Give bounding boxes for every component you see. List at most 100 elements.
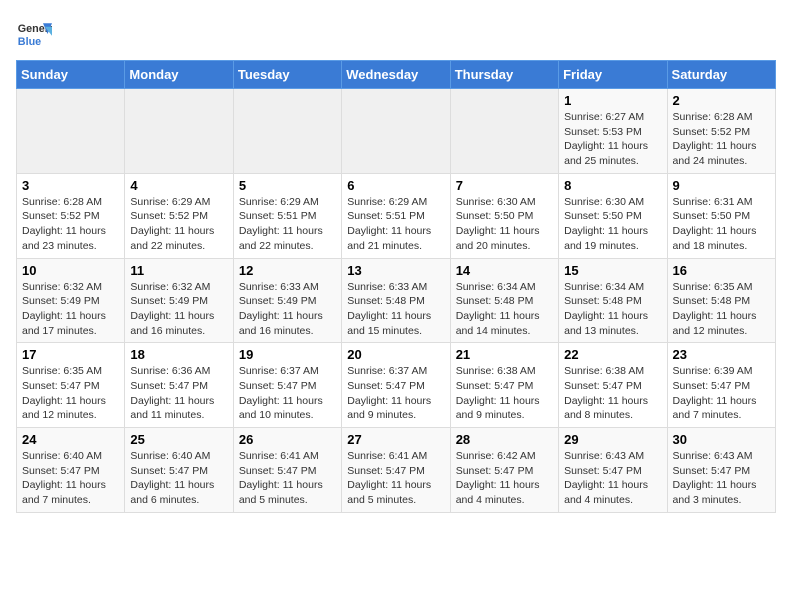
day-cell: 25Sunrise: 6:40 AM Sunset: 5:47 PM Dayli… — [125, 428, 233, 513]
day-cell: 18 Sunrise: 6:36 AM Sunset: 5:47 PM Dayli… — [125, 343, 233, 428]
day-number: 25 — [130, 432, 227, 447]
week-row-1: 1 Sunrise: 6:27 AM Sunset: 5:53 PM Daylig… — [17, 89, 776, 174]
day-number: 11 — [130, 263, 227, 278]
week-row-4: 17 Sunrise: 6:35 AM Sunset: 5:47 PM Dayli… — [17, 343, 776, 428]
day-info: Sunrise: 6:42 AM Sunset: 5:47 PM Dayligh… — [456, 449, 553, 508]
col-header-sunday: Sunday — [17, 61, 125, 89]
day-cell: 9 Sunrise: 6:31 AM Sunset: 5:50 PM Daylig… — [667, 173, 775, 258]
day-info: Sunrise: 6:35 AM Sunset: 5:48 PM Dayligh… — [673, 280, 770, 339]
day-cell: 28 Sunrise: 6:42 AM Sunset: 5:47 PM Dayli… — [450, 428, 558, 513]
day-cell: 13Sunrise: 6:33 AM Sunset: 5:48 PM Dayli… — [342, 258, 450, 343]
col-header-saturday: Saturday — [667, 61, 775, 89]
day-info: Sunrise: 6:38 AM Sunset: 5:47 PM Dayligh… — [564, 364, 661, 423]
day-info: Sunrise: 6:40 AM Sunset: 5:47 PM Dayligh… — [22, 449, 119, 508]
day-number: 3 — [22, 178, 119, 193]
day-cell: 3 Sunrise: 6:28 AM Sunset: 5:52 PM Daylig… — [17, 173, 125, 258]
day-cell: 26 Sunrise: 6:41 AM Sunset: 5:47 PM Dayli… — [233, 428, 341, 513]
day-info: Sunrise: 6:33 AM Sunset: 5:49 PM Dayligh… — [239, 280, 336, 339]
day-info: Sunrise: 6:30 AM Sunset: 5:50 PM Dayligh… — [564, 195, 661, 254]
day-cell: 5Sunrise: 6:29 AM Sunset: 5:51 PM Daylig… — [233, 173, 341, 258]
day-cell: 15 Sunrise: 6:34 AM Sunset: 5:48 PM Dayli… — [559, 258, 667, 343]
day-number: 4 — [130, 178, 227, 193]
day-cell: 17 Sunrise: 6:35 AM Sunset: 5:47 PM Dayli… — [17, 343, 125, 428]
day-info: Sunrise: 6:32 AM Sunset: 5:49 PM Dayligh… — [22, 280, 119, 339]
day-cell: 16 Sunrise: 6:35 AM Sunset: 5:48 PM Dayli… — [667, 258, 775, 343]
day-number: 14 — [456, 263, 553, 278]
day-cell — [17, 89, 125, 174]
day-info: Sunrise: 6:35 AM Sunset: 5:47 PM Dayligh… — [22, 364, 119, 423]
day-cell: 14 Sunrise: 6:34 AM Sunset: 5:48 PM Dayli… — [450, 258, 558, 343]
day-info: Sunrise: 6:36 AM Sunset: 5:47 PM Dayligh… — [130, 364, 227, 423]
day-number: 1 — [564, 93, 661, 108]
col-header-tuesday: Tuesday — [233, 61, 341, 89]
day-info: Sunrise: 6:41 AM Sunset: 5:47 PM Dayligh… — [347, 449, 444, 508]
day-info: Sunrise: 6:29 AM Sunset: 5:51 PM Dayligh… — [347, 195, 444, 254]
day-number: 28 — [456, 432, 553, 447]
day-number: 17 — [22, 347, 119, 362]
day-cell: 21 Sunrise: 6:38 AM Sunset: 5:47 PM Dayli… — [450, 343, 558, 428]
day-number: 16 — [673, 263, 770, 278]
day-number: 27 — [347, 432, 444, 447]
day-cell: 27 Sunrise: 6:41 AM Sunset: 5:47 PM Dayli… — [342, 428, 450, 513]
day-info: Sunrise: 6:28 AM Sunset: 5:52 PM Dayligh… — [673, 110, 770, 169]
day-info: Sunrise: 6:27 AM Sunset: 5:53 PM Dayligh… — [564, 110, 661, 169]
day-cell: 6 Sunrise: 6:29 AM Sunset: 5:51 PM Daylig… — [342, 173, 450, 258]
day-number: 5 — [239, 178, 336, 193]
day-number: 29 — [564, 432, 661, 447]
day-cell: 7 Sunrise: 6:30 AM Sunset: 5:50 PM Daylig… — [450, 173, 558, 258]
day-cell — [125, 89, 233, 174]
day-cell: 1 Sunrise: 6:27 AM Sunset: 5:53 PM Daylig… — [559, 89, 667, 174]
day-info: Sunrise: 6:34 AM Sunset: 5:48 PM Dayligh… — [564, 280, 661, 339]
day-number: 15 — [564, 263, 661, 278]
day-cell: 30Sunrise: 6:43 AM Sunset: 5:47 PM Dayli… — [667, 428, 775, 513]
day-info: Sunrise: 6:34 AM Sunset: 5:48 PM Dayligh… — [456, 280, 553, 339]
day-info: Sunrise: 6:33 AM Sunset: 5:48 PM Dayligh… — [347, 280, 444, 339]
calendar-table: SundayMondayTuesdayWednesdayThursdayFrid… — [16, 60, 776, 513]
day-number: 26 — [239, 432, 336, 447]
day-info: Sunrise: 6:43 AM Sunset: 5:47 PM Dayligh… — [564, 449, 661, 508]
week-row-3: 10 Sunrise: 6:32 AM Sunset: 5:49 PM Dayli… — [17, 258, 776, 343]
col-header-monday: Monday — [125, 61, 233, 89]
day-info: Sunrise: 6:28 AM Sunset: 5:52 PM Dayligh… — [22, 195, 119, 254]
day-info: Sunrise: 6:37 AM Sunset: 5:47 PM Dayligh… — [347, 364, 444, 423]
day-cell: 20Sunrise: 6:37 AM Sunset: 5:47 PM Dayli… — [342, 343, 450, 428]
day-cell: 4Sunrise: 6:29 AM Sunset: 5:52 PM Daylig… — [125, 173, 233, 258]
day-info: Sunrise: 6:39 AM Sunset: 5:47 PM Dayligh… — [673, 364, 770, 423]
day-cell: 19Sunrise: 6:37 AM Sunset: 5:47 PM Dayli… — [233, 343, 341, 428]
svg-text:Blue: Blue — [18, 36, 41, 48]
day-number: 6 — [347, 178, 444, 193]
day-number: 7 — [456, 178, 553, 193]
week-row-2: 3 Sunrise: 6:28 AM Sunset: 5:52 PM Daylig… — [17, 173, 776, 258]
day-info: Sunrise: 6:38 AM Sunset: 5:47 PM Dayligh… — [456, 364, 553, 423]
day-number: 19 — [239, 347, 336, 362]
day-cell: 2Sunrise: 6:28 AM Sunset: 5:52 PM Daylig… — [667, 89, 775, 174]
day-cell: 10 Sunrise: 6:32 AM Sunset: 5:49 PM Dayli… — [17, 258, 125, 343]
day-cell: 8 Sunrise: 6:30 AM Sunset: 5:50 PM Daylig… — [559, 173, 667, 258]
day-cell: 24 Sunrise: 6:40 AM Sunset: 5:47 PM Dayli… — [17, 428, 125, 513]
day-info: Sunrise: 6:30 AM Sunset: 5:50 PM Dayligh… — [456, 195, 553, 254]
col-header-thursday: Thursday — [450, 61, 558, 89]
calendar-header-row: SundayMondayTuesdayWednesdayThursdayFrid… — [17, 61, 776, 89]
day-number: 8 — [564, 178, 661, 193]
day-number: 9 — [673, 178, 770, 193]
day-info: Sunrise: 6:41 AM Sunset: 5:47 PM Dayligh… — [239, 449, 336, 508]
week-row-5: 24 Sunrise: 6:40 AM Sunset: 5:47 PM Dayli… — [17, 428, 776, 513]
day-number: 21 — [456, 347, 553, 362]
day-number: 24 — [22, 432, 119, 447]
day-cell: 29 Sunrise: 6:43 AM Sunset: 5:47 PM Dayli… — [559, 428, 667, 513]
day-number: 23 — [673, 347, 770, 362]
day-cell — [342, 89, 450, 174]
logo: General Blue — [16, 16, 52, 52]
day-info: Sunrise: 6:31 AM Sunset: 5:50 PM Dayligh… — [673, 195, 770, 254]
day-number: 10 — [22, 263, 119, 278]
col-header-friday: Friday — [559, 61, 667, 89]
day-number: 22 — [564, 347, 661, 362]
header: General Blue — [16, 16, 776, 52]
day-cell: 11Sunrise: 6:32 AM Sunset: 5:49 PM Dayli… — [125, 258, 233, 343]
day-cell — [450, 89, 558, 174]
day-number: 12 — [239, 263, 336, 278]
col-header-wednesday: Wednesday — [342, 61, 450, 89]
day-number: 18 — [130, 347, 227, 362]
day-info: Sunrise: 6:43 AM Sunset: 5:47 PM Dayligh… — [673, 449, 770, 508]
day-cell: 12 Sunrise: 6:33 AM Sunset: 5:49 PM Dayli… — [233, 258, 341, 343]
